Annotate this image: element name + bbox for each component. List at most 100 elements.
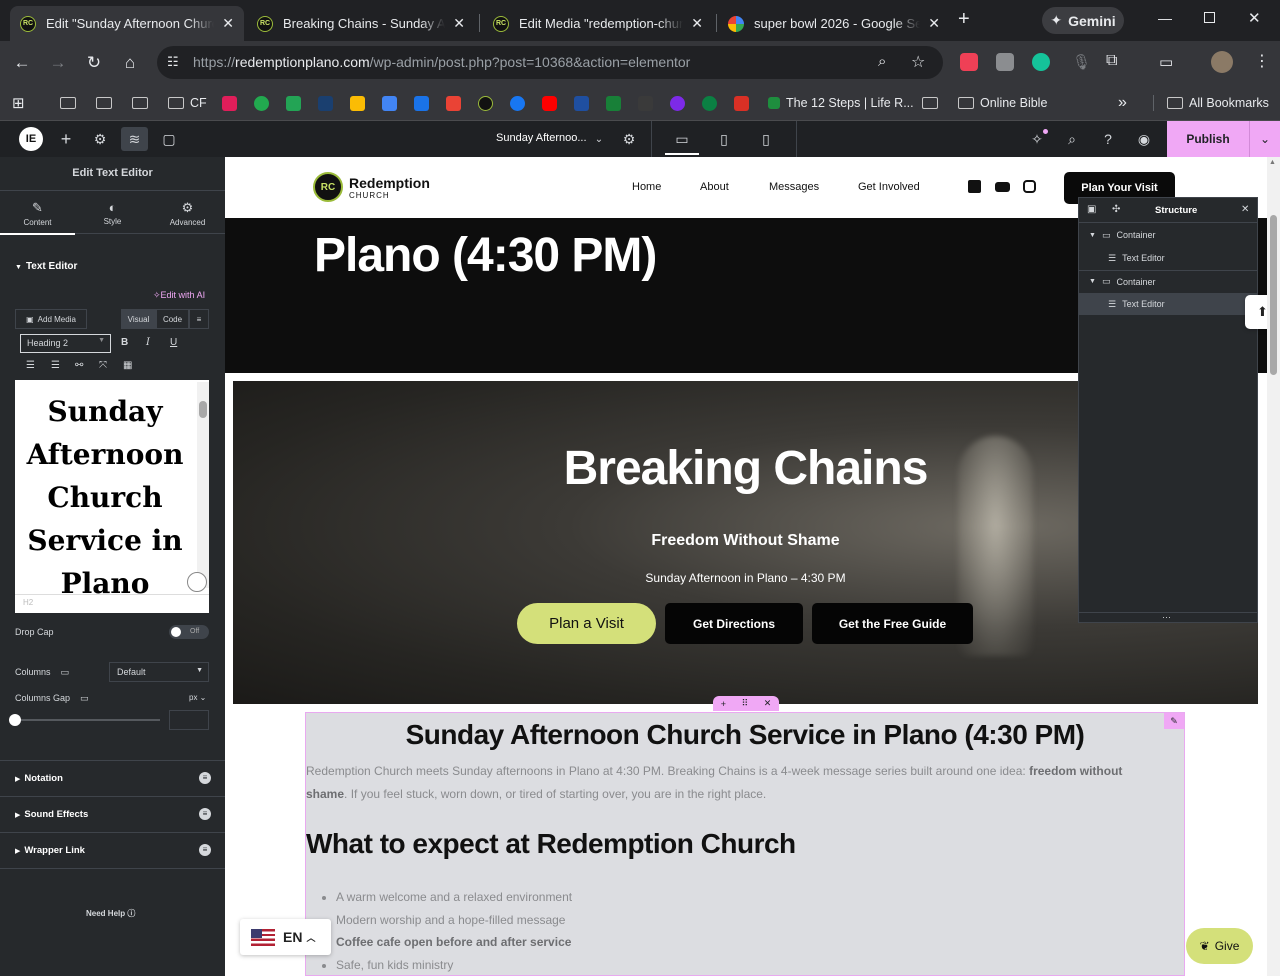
apps-grid-icon[interactable]: ⊞ <box>12 93 25 113</box>
all-bookmarks[interactable]: All Bookmarks <box>1167 93 1269 113</box>
keep-icon[interactable] <box>350 93 365 113</box>
pocket-icon[interactable] <box>960 53 978 71</box>
section-text-editor[interactable]: ▼ Text Editor <box>15 261 77 272</box>
grammarly-icon[interactable] <box>187 572 207 592</box>
need-help-link[interactable]: Need Help ⓘ <box>86 908 135 919</box>
back-icon[interactable]: ← <box>9 50 35 76</box>
publish-button[interactable]: Publish <box>1167 121 1249 157</box>
comments-icon[interactable]: ▢ <box>159 129 179 149</box>
mobile-icon[interactable]: ▯ <box>756 129 776 149</box>
tree-icon[interactable] <box>318 93 333 113</box>
list-icon[interactable] <box>606 93 621 113</box>
bookmarks-overflow-icon[interactable]: » <box>1118 93 1127 113</box>
extension-r-icon[interactable] <box>996 53 1014 71</box>
resize-handle-icon[interactable]: ··· <box>1162 612 1171 622</box>
plan-a-visit-button[interactable]: Plan a Visit <box>517 603 656 644</box>
collapse-all-icon[interactable]: ▣ <box>1087 204 1096 215</box>
menu-get-involved[interactable]: Get Involved <box>858 181 920 193</box>
close-icon[interactable]: ✕ <box>1241 204 1249 215</box>
bookmark-star-icon[interactable]: ☆ <box>911 52 925 72</box>
gmail-icon[interactable] <box>446 93 461 113</box>
bookmark-folder[interactable] <box>922 93 944 113</box>
get-free-guide-button[interactable]: Get the Free Guide <box>812 603 973 644</box>
container-handle[interactable]: + ⠿ ✕ <box>713 696 779 711</box>
columns-gap-input[interactable] <box>169 710 209 730</box>
fullscreen-icon[interactable]: ⤧ <box>99 360 107 371</box>
address-bar[interactable]: ☷ https://redemptionplano.com/wp-admin/p… <box>157 46 943 79</box>
text-editor-widget[interactable]: Sunday Afternoon Church Service in Plano… <box>305 712 1185 976</box>
expand-all-icon[interactable]: ✣ <box>1112 204 1120 215</box>
site-info-icon[interactable]: ☷ <box>167 54 179 70</box>
youtube-icon[interactable] <box>542 93 557 113</box>
tab-edit-media[interactable]: RC Edit Media "redemption-church ✕ <box>483 6 713 41</box>
language-switcher[interactable]: EN ︿ <box>240 919 331 955</box>
sheets-ext-icon[interactable] <box>286 93 301 113</box>
red-ext-icon[interactable] <box>734 93 749 113</box>
bullet-list-icon[interactable]: ☰ <box>26 360 35 371</box>
wysiwyg-editor[interactable]: Sunday Afternoon Church Service in Plano… <box>15 380 209 613</box>
forward-icon[interactable]: → <box>45 50 71 76</box>
columns-gap-slider-track[interactable] <box>15 719 160 721</box>
gemini-button[interactable]: ✦ Gemini <box>1042 7 1124 34</box>
microphone-icon[interactable]: 🎙 <box>1072 53 1091 71</box>
menu-about[interactable]: About <box>700 181 729 193</box>
headphones-icon[interactable] <box>702 93 717 113</box>
page-name[interactable]: Sunday Afternoo... <box>496 132 587 144</box>
editor-heading-text[interactable]: Sunday Afternoon Church Service in Plano <box>15 390 195 605</box>
extensions-icon[interactable]: ⧉ <box>1106 52 1117 70</box>
give-button[interactable]: ❦ Give <box>1186 928 1253 964</box>
close-icon[interactable]: ✕ <box>453 15 465 32</box>
instagram-icon[interactable] <box>1023 180 1036 193</box>
close-icon[interactable]: ✕ <box>222 15 234 32</box>
drop-cap-toggle[interactable]: Off <box>169 625 209 639</box>
unit-select[interactable]: px ⌄ <box>189 693 206 702</box>
bookmark-folder-cf[interactable]: CF <box>168 93 207 113</box>
code-tab[interactable]: Code <box>156 309 189 329</box>
menu-messages[interactable]: Messages <box>769 181 819 193</box>
bookmark-folder[interactable] <box>132 93 154 113</box>
help-icon[interactable]: ? <box>1098 129 1118 149</box>
dw-icon[interactable] <box>638 93 653 113</box>
editor-scrollbar-thumb[interactable] <box>199 401 207 418</box>
bookmark-12-steps[interactable]: The 12 Steps | Life R... <box>768 93 914 113</box>
prev-heading[interactable]: Plano (4:30 PM) <box>314 228 657 283</box>
calendar-icon[interactable] <box>414 93 429 113</box>
minimize-icon[interactable]: — <box>1158 10 1172 26</box>
canvas-scrollbar[interactable]: ▲ <box>1267 157 1280 976</box>
slack-icon[interactable] <box>222 93 237 113</box>
underline-icon[interactable]: U <box>170 337 177 348</box>
facebook-icon[interactable] <box>510 93 525 113</box>
structure-row-text-editor-selected[interactable]: ☰ Text Editor <box>1079 293 1257 315</box>
structure-row-container[interactable]: ▼ ▭ Container <box>1079 270 1257 292</box>
menu-kebab-icon[interactable]: ⋮ <box>1254 51 1270 71</box>
desktop-icon[interactable]: ▭ <box>672 129 692 149</box>
youtube-icon[interactable] <box>995 182 1010 192</box>
menu-home[interactable]: Home <box>632 181 661 193</box>
chevron-down-icon[interactable]: ⌄ <box>589 129 609 149</box>
drag-handle-icon[interactable]: ⠿ <box>742 698 749 709</box>
section-wrapper-link[interactable]: ▶ Wrapper Link <box>15 845 85 856</box>
url-text[interactable]: https://redemptionplano.com/wp-admin/pos… <box>193 54 690 70</box>
scroll-up-icon[interactable]: ▲ <box>1269 159 1276 166</box>
search-icon[interactable]: ⌕ <box>1062 129 1082 149</box>
edit-widget-pencil-icon[interactable]: ✎ <box>1164 713 1184 729</box>
format-select[interactable]: Heading 2 ▼ <box>20 334 111 353</box>
columns-gap-slider-handle[interactable] <box>9 714 21 726</box>
bookmark-folder[interactable] <box>96 93 118 113</box>
canva-icon[interactable] <box>670 93 685 113</box>
structure-row-text-editor[interactable]: ☰ Text Editor <box>1079 247 1257 269</box>
edit-with-ai-link[interactable]: ✧Edit with AI <box>153 290 205 301</box>
section-notation[interactable]: ▶ Notation <box>15 773 63 784</box>
window-close-icon[interactable]: ✕ <box>1248 9 1261 27</box>
elementor-logo-icon[interactable]: IE <box>19 127 43 151</box>
preview-eye-icon[interactable]: ◉ <box>1134 129 1154 149</box>
reload-icon[interactable]: ↻ <box>81 50 107 76</box>
tab-advanced[interactable]: ⚙ Advanced <box>150 200 225 227</box>
numbered-list-icon[interactable]: ☰ <box>51 360 60 371</box>
profile-avatar[interactable] <box>1211 51 1233 73</box>
tab-style[interactable]: ◐ Style <box>75 200 150 226</box>
ui-icon[interactable] <box>574 93 589 113</box>
canvas-scrollbar-thumb[interactable] <box>1270 215 1277 375</box>
bold-icon[interactable]: B <box>121 337 128 348</box>
add-media-button[interactable]: ▣ Add Media <box>15 309 87 329</box>
